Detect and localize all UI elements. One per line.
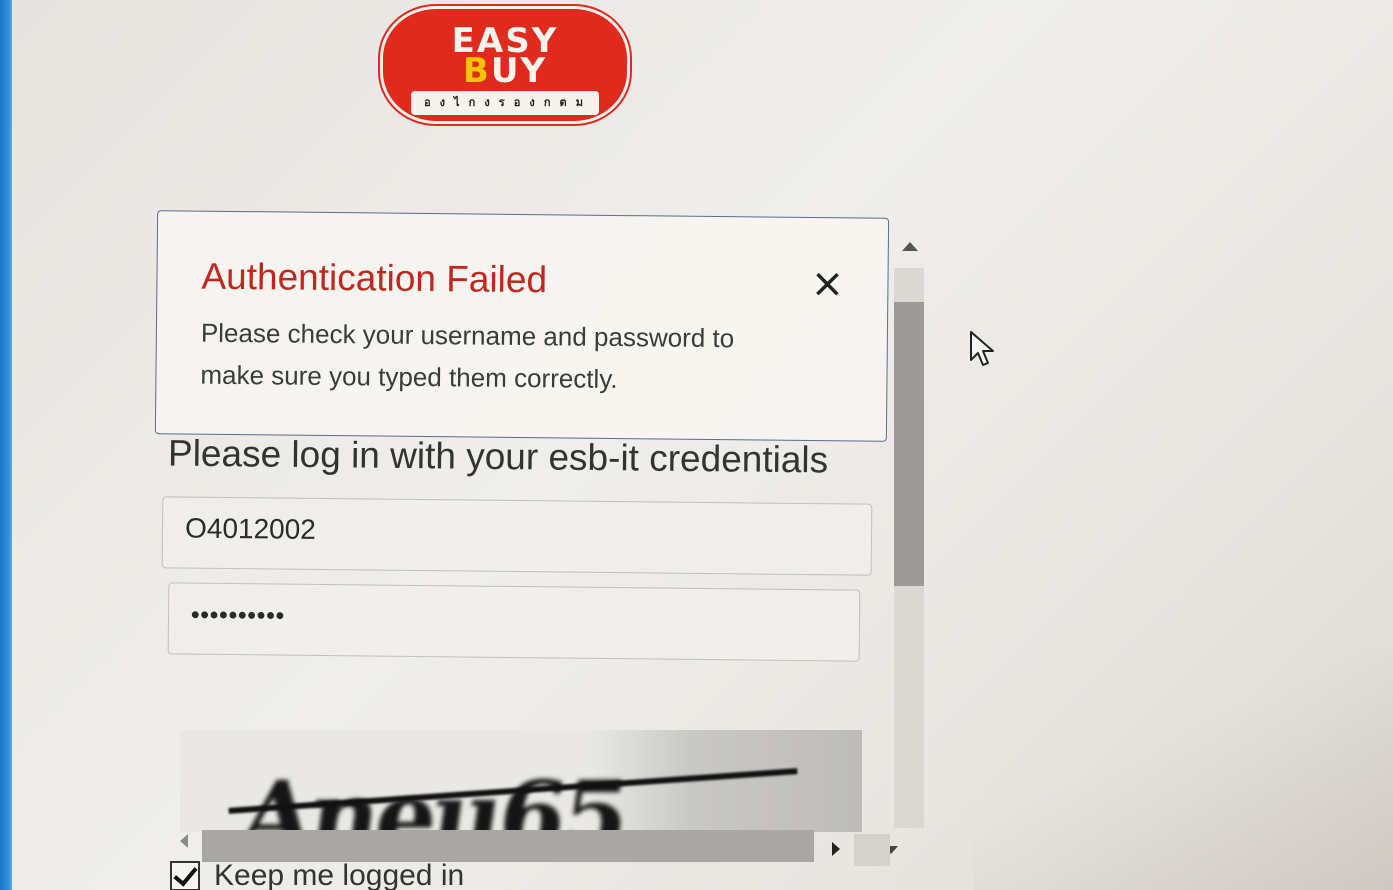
window-edge (0, 0, 12, 890)
logo-tagline: อ ง ไ ก ง ร อ ง ก ต ม (411, 91, 599, 115)
logo-baht-letter: B (462, 51, 491, 91)
captcha-image: Aneu65 (180, 730, 862, 832)
vertical-scroll-thumb[interactable] (894, 302, 924, 586)
vertical-scrollbar[interactable] (878, 232, 926, 854)
password-field[interactable]: •••••••••• (167, 582, 861, 662)
authentication-error-alert: Authentication Failed Please check your … (154, 210, 890, 442)
alert-message: Please check your username and password … (200, 317, 735, 395)
remember-checkbox[interactable] (170, 861, 200, 890)
close-icon[interactable] (811, 268, 843, 300)
background-shade (973, 650, 1393, 890)
logo-line2: BUY (383, 53, 627, 89)
mouse-pointer-icon (968, 330, 996, 370)
arrow-right-icon[interactable] (832, 842, 840, 856)
easy-buy-logo: EASY BUY อ ง ไ ก ง ร อ ง ก ต ม (380, 6, 630, 124)
username-field[interactable]: O4012002 (161, 496, 873, 576)
arrow-up-icon[interactable] (902, 242, 918, 251)
vertical-scroll-track[interactable] (884, 268, 924, 854)
remember-label: Keep me logged in (214, 859, 465, 890)
remember-me[interactable]: Keep me logged in (170, 858, 464, 890)
arrow-left-icon[interactable] (180, 834, 188, 848)
scrollbar-corner (854, 834, 890, 866)
alert-title: Authentication Failed (201, 255, 548, 301)
logo-line2-rest: UY (490, 51, 548, 91)
login-heading: Please log in with your esb-it credentia… (167, 432, 829, 481)
